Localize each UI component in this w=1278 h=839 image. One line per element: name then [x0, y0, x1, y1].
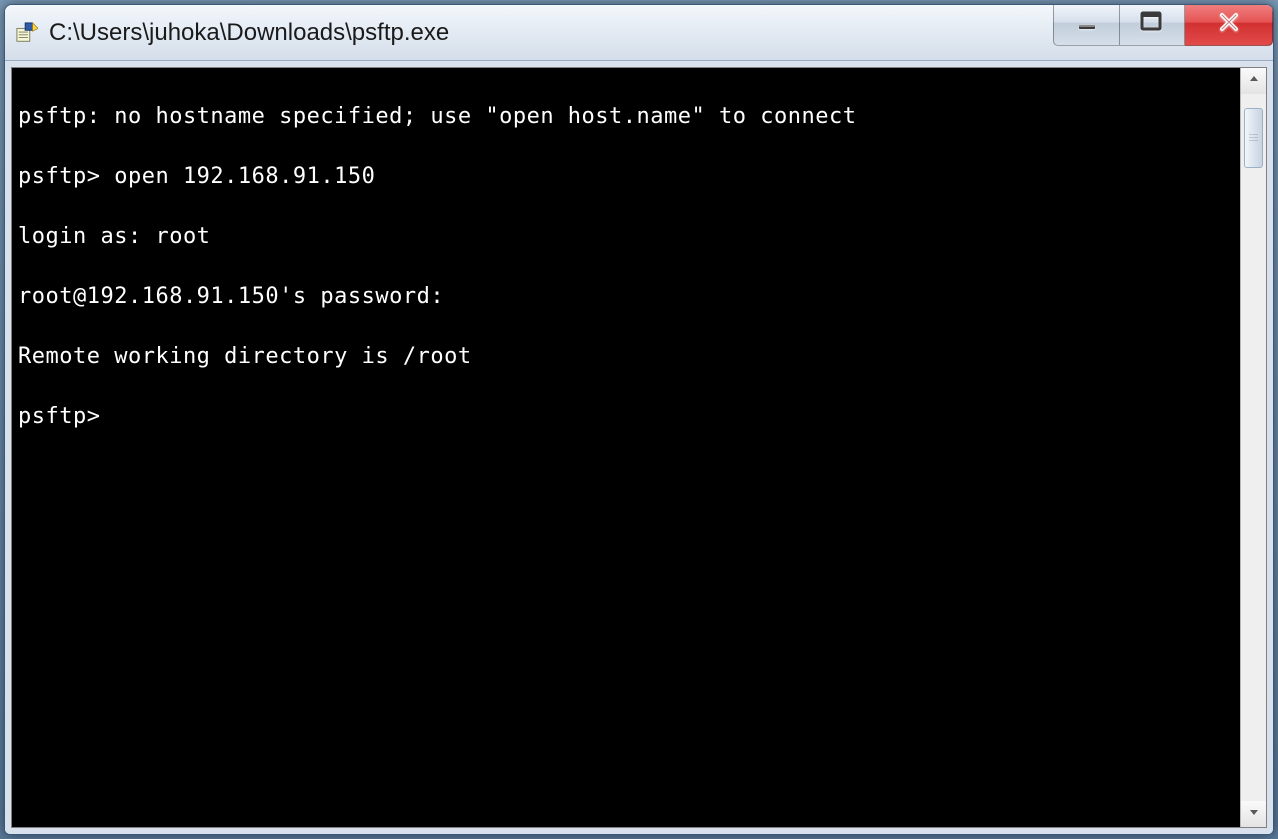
- terminal-line: psftp> open 192.168.91.150: [18, 162, 1234, 192]
- terminal-line: root@192.168.91.150's password:: [18, 282, 1234, 312]
- terminal-output[interactable]: psftp: no hostname specified; use "open …: [12, 68, 1240, 827]
- titlebar[interactable]: C:\Users\juhoka\Downloads\psftp.exe: [5, 5, 1273, 61]
- minimize-button[interactable]: [1053, 4, 1119, 46]
- close-button[interactable]: [1185, 4, 1273, 46]
- close-icon: [1216, 11, 1242, 38]
- scroll-down-button[interactable]: [1241, 801, 1266, 827]
- terminal-line: Remote working directory is /root: [18, 342, 1234, 372]
- chevron-down-icon: [1248, 805, 1260, 823]
- terminal-line: login as: root: [18, 222, 1234, 252]
- window-controls: [1053, 4, 1273, 46]
- maximize-button[interactable]: [1119, 4, 1185, 46]
- content-frame: psftp: no hostname specified; use "open …: [5, 61, 1273, 834]
- scroll-track[interactable]: [1241, 94, 1266, 801]
- terminal-container: psftp: no hostname specified; use "open …: [11, 67, 1267, 828]
- scroll-up-button[interactable]: [1241, 68, 1266, 94]
- minimize-icon: [1076, 11, 1098, 38]
- terminal-line: psftp>: [18, 402, 1234, 432]
- maximize-icon: [1140, 11, 1164, 38]
- vertical-scrollbar[interactable]: [1240, 68, 1266, 827]
- app-icon: [15, 21, 39, 45]
- terminal-line: psftp: no hostname specified; use "open …: [18, 102, 1234, 132]
- chevron-up-icon: [1248, 72, 1260, 90]
- scroll-thumb[interactable]: [1244, 108, 1263, 168]
- window-title: C:\Users\juhoka\Downloads\psftp.exe: [49, 19, 449, 47]
- application-window: C:\Users\juhoka\Downloads\psftp.exe: [4, 4, 1274, 835]
